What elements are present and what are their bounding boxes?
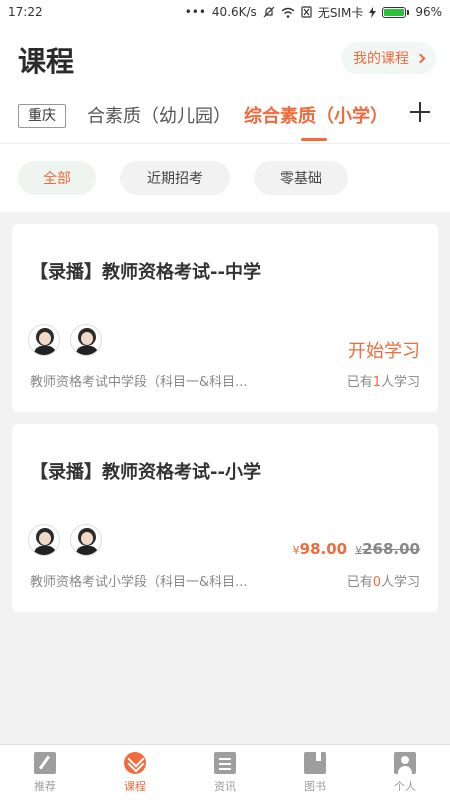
teacher-avatars xyxy=(28,524,102,556)
course-description: 教师资格考试小学段（科目一&科目... xyxy=(30,575,248,590)
category-tabs: 重庆 合素质（幼儿园） 综合素质（小学） xyxy=(0,96,450,144)
current-price: ¥98.00 xyxy=(292,540,348,558)
tabbar-item-recommend[interactable]: 推荐 xyxy=(0,745,90,800)
chevron-right-icon xyxy=(415,53,426,63)
original-price: ¥268.00 xyxy=(355,540,420,558)
filter-bar: 全部 近期招考 零基础 xyxy=(0,144,450,212)
status-indicators: ••• 40.6K/s 无SIM卡 96% xyxy=(185,4,442,21)
price-info: ¥98.00 ¥268.00 xyxy=(293,540,420,558)
battery-body xyxy=(382,6,407,18)
status-bar: 17:22 ••• 40.6K/s 无SIM卡 96% xyxy=(0,0,450,24)
book-icon xyxy=(304,751,326,774)
filter-chip-zero-basics[interactable]: 零基础 xyxy=(254,161,348,195)
teacher-avatars xyxy=(28,324,102,356)
battery-fill xyxy=(384,8,404,16)
teacher-avatar xyxy=(70,324,102,356)
mute-bell-icon xyxy=(263,6,275,18)
tabbar-label: 推荐 xyxy=(34,779,56,793)
status-time: 17:22 xyxy=(8,5,43,19)
edit-icon xyxy=(34,751,56,774)
battery-icon xyxy=(382,6,410,18)
tabbar-label: 资讯 xyxy=(214,779,236,793)
city-selector[interactable]: 重庆 xyxy=(18,104,66,128)
tabbar-label: 图书 xyxy=(304,779,326,793)
tabbar-item-courses[interactable]: 课程 xyxy=(90,745,180,800)
study-count: 已有0人学习 xyxy=(346,575,420,590)
news-icon xyxy=(214,751,236,774)
page-title: 课程 xyxy=(18,45,75,78)
start-learning-button[interactable]: 开始学习 xyxy=(348,337,420,363)
course-card[interactable]: 【录播】教师资格考试--小学 ¥98.00 ¥268.00 教师资格考试小学段（… xyxy=(12,424,438,612)
charging-bolt-icon xyxy=(369,6,377,18)
study-count: 已有1人学习 xyxy=(346,375,420,390)
battery-percent: 96% xyxy=(415,5,442,19)
header: 课程 我的课程 重庆 合素质（幼儿园） 综合素质（小学） xyxy=(0,24,450,144)
tabbar-label: 个人 xyxy=(394,779,416,793)
filter-chip-recent-exams[interactable]: 近期招考 xyxy=(120,161,230,195)
battery-tip xyxy=(407,9,410,15)
tabbar-item-profile[interactable]: 个人 xyxy=(360,745,450,800)
no-sim-icon xyxy=(301,6,312,18)
network-speed: 40.6K/s xyxy=(211,5,257,19)
course-title: 【录播】教师资格考试--中学 xyxy=(30,262,261,283)
wifi-icon xyxy=(281,7,295,18)
bottom-tab-bar: 推荐 课程 资讯 图书 个人 xyxy=(0,744,450,800)
my-course-button[interactable]: 我的课程 xyxy=(341,42,436,74)
course-description: 教师资格考试中学段（科目一&科目... xyxy=(30,375,248,390)
tabbar-item-books[interactable]: 图书 xyxy=(270,745,360,800)
course-card[interactable]: 【录播】教师资格考试--中学 开始学习 教师资格考试中学段（科目一&科目... … xyxy=(12,224,438,412)
add-tab-icon[interactable] xyxy=(410,102,430,122)
tabbar-item-news[interactable]: 资讯 xyxy=(180,745,270,800)
sim-status: 无SIM卡 xyxy=(317,5,364,20)
teacher-avatar xyxy=(28,324,60,356)
teacher-avatar xyxy=(28,524,60,556)
my-course-label: 我的课程 xyxy=(353,51,409,67)
course-title: 【录播】教师资格考试--小学 xyxy=(30,462,261,483)
filter-chip-all[interactable]: 全部 xyxy=(18,161,96,195)
person-icon xyxy=(394,751,416,774)
active-tab-indicator xyxy=(301,138,327,141)
more-dots-icon: ••• xyxy=(184,5,206,19)
tabbar-label: 课程 xyxy=(124,779,146,793)
layers-icon xyxy=(124,751,146,774)
tab-primary-school[interactable]: 综合素质（小学） xyxy=(244,102,388,128)
tab-kindergarten[interactable]: 合素质（幼儿园） xyxy=(87,102,231,128)
teacher-avatar xyxy=(70,524,102,556)
